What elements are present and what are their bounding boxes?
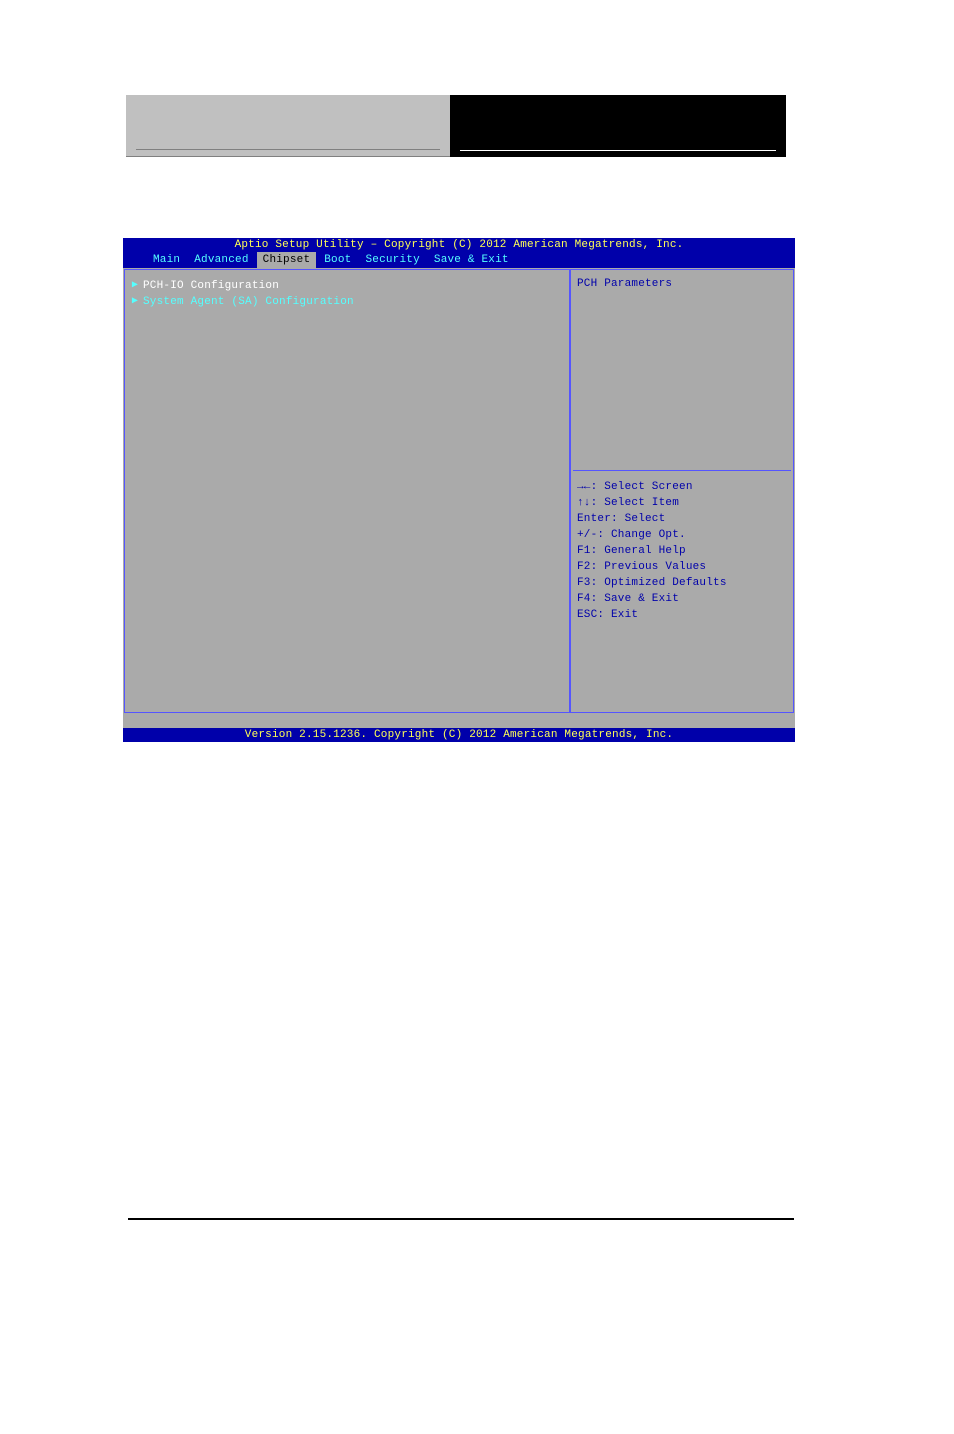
tab-security[interactable]: Security xyxy=(359,252,425,268)
key-help-f3: F3: Optimized Defaults xyxy=(577,575,787,591)
key-help-f1: F1: General Help xyxy=(577,543,787,559)
tab-boot[interactable]: Boot xyxy=(318,252,357,268)
menu-item-system-agent[interactable]: ▶ System Agent (SA) Configuration xyxy=(131,294,563,310)
key-help-f4: F4: Save & Exit xyxy=(577,591,787,607)
tab-save-exit[interactable]: Save & Exit xyxy=(428,252,515,268)
key-help-enter: Enter: Select xyxy=(577,511,787,527)
tab-main[interactable]: Main xyxy=(147,252,186,268)
submenu-arrow-icon: ▶ xyxy=(131,294,139,310)
key-help-select-screen: →←: Select Screen xyxy=(577,479,787,495)
bios-window: Aptio Setup Utility – Copyright (C) 2012… xyxy=(123,238,795,742)
menu-item-label: System Agent (SA) Configuration xyxy=(143,294,354,310)
bios-left-pane: ▶ PCH-IO Configuration ▶ System Agent (S… xyxy=(124,269,570,713)
bios-tab-bar: Main Advanced Chipset Boot Security Save… xyxy=(123,252,795,268)
tab-chipset[interactable]: Chipset xyxy=(257,252,317,268)
bios-key-help: →←: Select Screen ↑↓: Select Item Enter:… xyxy=(571,471,793,631)
header-right-block xyxy=(450,95,786,157)
bios-title-bar: Aptio Setup Utility – Copyright (C) 2012… xyxy=(123,238,795,252)
bios-right-pane: PCH Parameters →←: Select Screen ↑↓: Sel… xyxy=(570,269,794,713)
menu-item-pch-io[interactable]: ▶ PCH-IO Configuration xyxy=(131,278,563,294)
bios-version-bar: Version 2.15.1236. Copyright (C) 2012 Am… xyxy=(123,728,795,742)
key-help-f2: F2: Previous Values xyxy=(577,559,787,575)
key-help-select-item: ↑↓: Select Item xyxy=(577,495,787,511)
menu-item-label: PCH-IO Configuration xyxy=(143,278,279,294)
bios-bottom-spacer xyxy=(123,714,795,728)
tab-advanced[interactable]: Advanced xyxy=(188,252,254,268)
document-header-bar xyxy=(126,95,786,157)
key-help-esc: ESC: Exit xyxy=(577,607,787,623)
header-left-block xyxy=(126,95,450,157)
bios-item-help: PCH Parameters xyxy=(571,270,793,470)
page-footer-divider xyxy=(128,1218,794,1220)
bios-body: ▶ PCH-IO Configuration ▶ System Agent (S… xyxy=(123,268,795,714)
key-help-change-opt: +/-: Change Opt. xyxy=(577,527,787,543)
submenu-arrow-icon: ▶ xyxy=(131,278,139,294)
